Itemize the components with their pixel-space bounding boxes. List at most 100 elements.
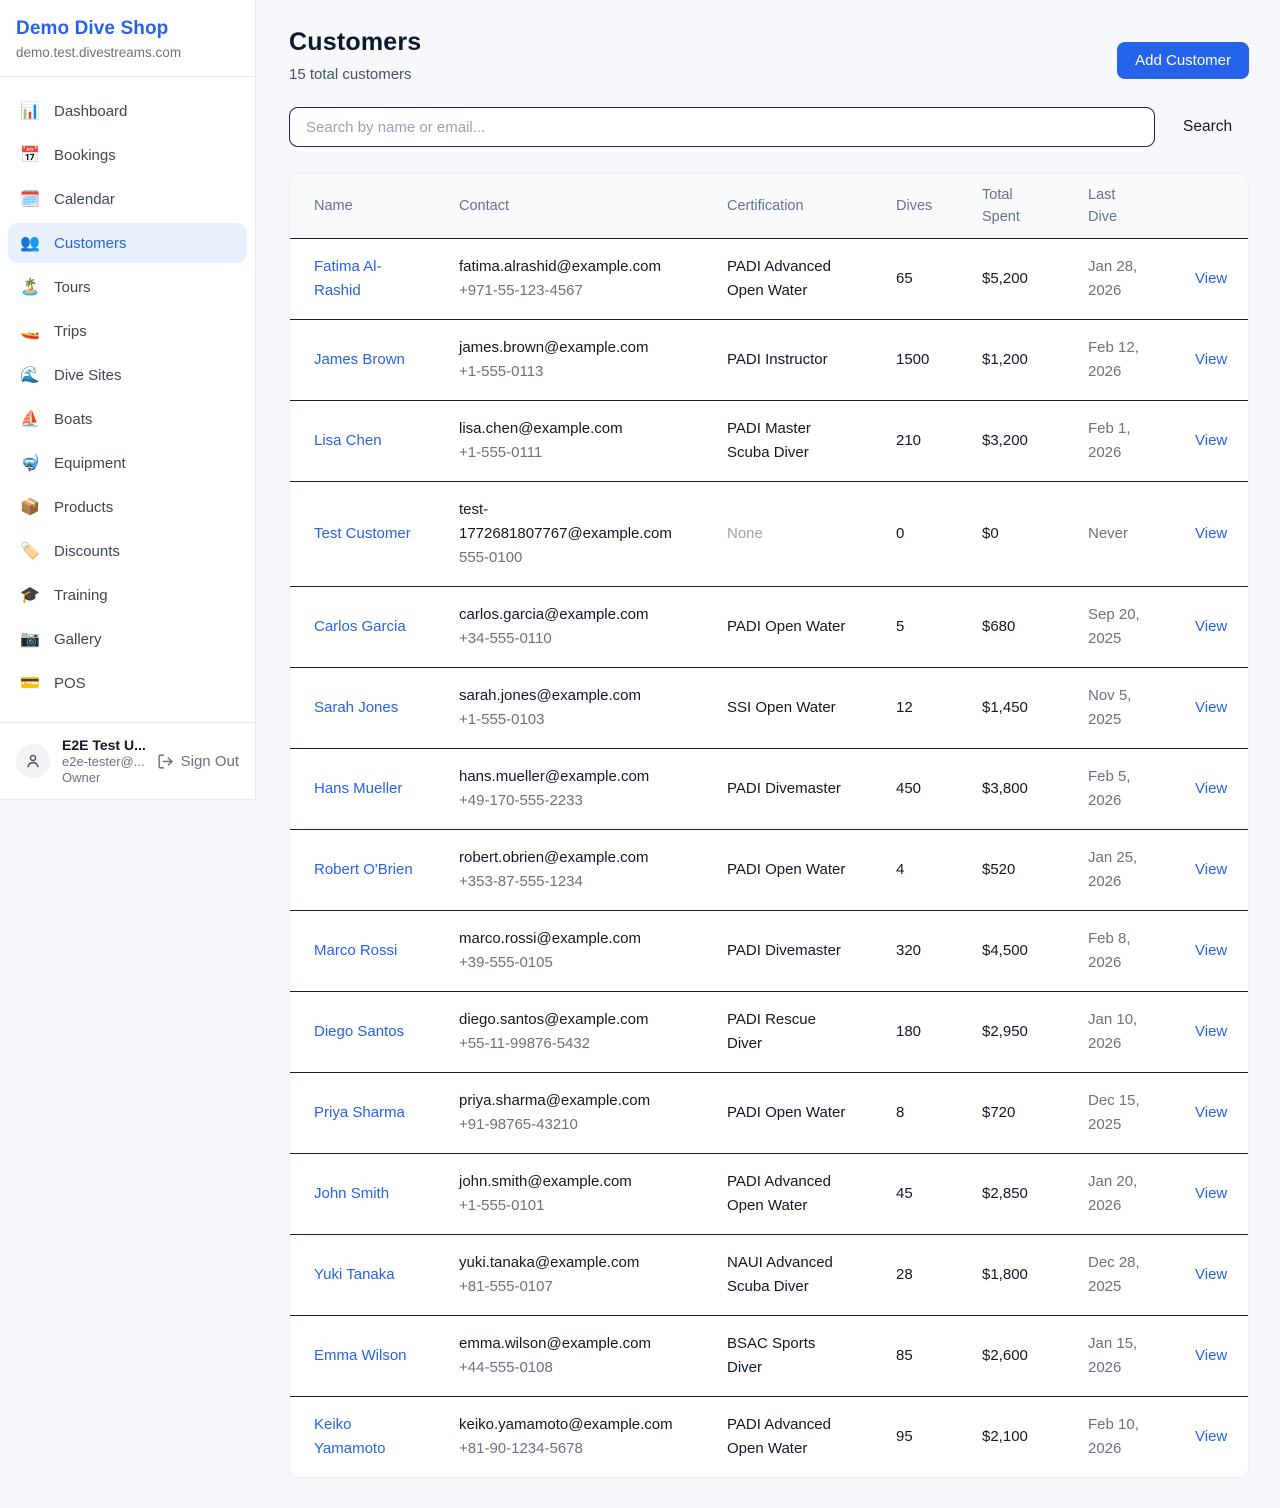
table-row: Emma Wilson emma.wilson@example.com+44-55…	[290, 1316, 1249, 1397]
view-customer-link[interactable]: View	[1195, 780, 1227, 797]
equipment-icon: 🤿	[20, 453, 40, 473]
view-customer-link[interactable]: View	[1195, 1185, 1227, 1202]
column-header-dives: Dives	[896, 174, 982, 239]
customer-name-link[interactable]: Lisa Chen	[314, 429, 382, 453]
sidebar-item-equipment[interactable]: 🤿Equipment	[8, 443, 247, 483]
sidebar-item-label: Discounts	[54, 543, 120, 560]
customer-phone: +55-11-99876-5432	[459, 1032, 719, 1056]
customer-email: fatima.alrashid@example.com	[459, 255, 661, 279]
page-title: Customers	[289, 28, 421, 57]
view-customer-link[interactable]: View	[1195, 1104, 1227, 1121]
customer-last-dive: Jan 20, 2026	[1088, 1170, 1160, 1218]
customer-phone: +1-555-0113	[459, 360, 719, 384]
customer-contact: carlos.garcia@example.com+34-555-0110	[459, 603, 719, 651]
customer-dives: 0	[896, 525, 904, 542]
customer-name-link[interactable]: Robert O'Brien	[314, 858, 413, 882]
dive-sites-icon: 🌊	[20, 365, 40, 385]
customer-phone: +81-90-1234-5678	[459, 1437, 719, 1461]
customer-last-dive: Feb 12, 2026	[1088, 336, 1160, 384]
sidebar-item-dashboard[interactable]: 📊Dashboard	[8, 91, 247, 131]
customer-name-link[interactable]: Fatima Al-Rashid	[314, 255, 413, 303]
customer-dives: 5	[896, 618, 904, 635]
view-customer-link[interactable]: View	[1195, 942, 1227, 959]
sidebar-item-label: Dashboard	[54, 103, 127, 120]
customer-certification: PADI Instructor	[727, 348, 828, 372]
column-header-name: Name	[290, 174, 459, 239]
sidebar-item-boats[interactable]: ⛵Boats	[8, 399, 247, 439]
column-header-last-dive: Last Dive	[1088, 174, 1195, 239]
table-row: John Smithjohn.smith@example.com+1-555-0…	[290, 1154, 1249, 1235]
view-customer-link[interactable]: View	[1195, 351, 1227, 368]
sidebar-item-gallery[interactable]: 📷Gallery	[8, 619, 247, 659]
sidebar-item-discounts[interactable]: 🏷️Discounts	[8, 531, 247, 571]
sidebar-item-pos[interactable]: 💳POS	[8, 663, 247, 703]
customer-name-link[interactable]: Sarah Jones	[314, 696, 398, 720]
sidebar-item-calendar[interactable]: 🗓️Calendar	[8, 179, 247, 219]
customer-contact: marco.rossi@example.com+39-555-0105	[459, 927, 719, 975]
user-meta: E2E Test U... e2e-tester@... Owner	[62, 737, 145, 785]
view-customer-link[interactable]: View	[1195, 699, 1227, 716]
sign-out-button[interactable]: Sign Out	[157, 753, 239, 770]
customer-name-link[interactable]: Diego Santos	[314, 1020, 404, 1044]
view-customer-link[interactable]: View	[1195, 861, 1227, 878]
customer-phone: +49-170-555-2233	[459, 789, 719, 813]
view-customer-link[interactable]: View	[1195, 618, 1227, 635]
customer-certification: PADI Advanced Open Water	[727, 1170, 851, 1218]
customer-name-link[interactable]: Hans Mueller	[314, 777, 402, 801]
view-customer-link[interactable]: View	[1195, 525, 1227, 542]
view-customer-link[interactable]: View	[1195, 432, 1227, 449]
customer-total-spent: $2,950	[982, 1023, 1028, 1040]
search-input[interactable]	[289, 107, 1155, 147]
view-customer-link[interactable]: View	[1195, 1347, 1227, 1364]
customer-name-link[interactable]: Priya Sharma	[314, 1101, 405, 1125]
customer-dives: 65	[896, 270, 913, 287]
customer-count: 15 total customers	[289, 66, 421, 83]
sidebar-item-label: Dive Sites	[54, 367, 122, 384]
customer-name-link[interactable]: Emma Wilson	[314, 1344, 407, 1368]
view-customer-link[interactable]: View	[1195, 1023, 1227, 1040]
customer-name-link[interactable]: John Smith	[314, 1182, 389, 1206]
customer-dives: 95	[896, 1428, 913, 1445]
customer-contact: sarah.jones@example.com+1-555-0103	[459, 684, 719, 732]
customer-contact: emma.wilson@example.com+44-555-0108	[459, 1332, 719, 1380]
view-customer-link[interactable]: View	[1195, 1266, 1227, 1283]
sidebar-item-customers[interactable]: 👥Customers	[8, 223, 247, 263]
customer-total-spent: $1,200	[982, 351, 1028, 368]
sidebar-item-products[interactable]: 📦Products	[8, 487, 247, 527]
sidebar-item-tours[interactable]: 🏝️Tours	[8, 267, 247, 307]
customer-last-dive: Nov 5, 2025	[1088, 684, 1160, 732]
table-row: Keiko Yamamotokeiko.yamamoto@example.com…	[290, 1397, 1249, 1478]
sidebar-item-training[interactable]: 🎓Training	[8, 575, 247, 615]
sidebar-item-dive-sites[interactable]: 🌊 Dive Sites	[8, 355, 247, 395]
customer-email: test-1772681807767@example.com	[459, 498, 675, 546]
table-row: Diego Santosdiego.santos@example.com+55-…	[290, 992, 1249, 1073]
column-header-total-spent: Total Spent	[982, 174, 1088, 239]
search-button[interactable]: Search	[1181, 112, 1234, 142]
customer-name-link[interactable]: Yuki Tanaka	[314, 1263, 395, 1287]
view-customer-link[interactable]: View	[1195, 270, 1227, 287]
table-row: Lisa Chenlisa.chen@example.com+1-555-011…	[290, 401, 1249, 482]
brand-name: Demo Dive Shop	[16, 18, 239, 40]
customer-certification: PADI Open Water	[727, 615, 845, 639]
table-row: Yuki Tanakayuki.tanaka@example.com+81-55…	[290, 1235, 1249, 1316]
customer-email: sarah.jones@example.com	[459, 684, 641, 708]
customer-name-link[interactable]: James Brown	[314, 348, 405, 372]
customer-total-spent: $3,200	[982, 432, 1028, 449]
sidebar-item-bookings[interactable]: 📅Bookings	[8, 135, 247, 175]
add-customer-button[interactable]: Add Customer	[1117, 42, 1249, 79]
customer-dives: 1500	[896, 351, 929, 368]
sidebar-item-label: Calendar	[54, 191, 115, 208]
customer-phone: +1-555-0103	[459, 708, 719, 732]
customer-phone: +34-555-0110	[459, 627, 719, 651]
brand-domain: demo.test.divestreams.com	[16, 45, 239, 60]
view-customer-link[interactable]: View	[1195, 1428, 1227, 1445]
customer-name-link[interactable]: Carlos Garcia	[314, 615, 406, 639]
table-row: Carlos Garcia carlos.garcia@example.com+3…	[290, 587, 1249, 668]
customer-dives: 8	[896, 1104, 904, 1121]
sidebar-item-trips[interactable]: 🚤Trips	[8, 311, 247, 351]
bookings-icon: 📅	[20, 145, 40, 165]
customer-name-link[interactable]: Keiko Yamamoto	[314, 1413, 413, 1461]
customer-name-link[interactable]: Marco Rossi	[314, 939, 397, 963]
customer-certification: PADI Open Water	[727, 858, 845, 882]
customer-name-link[interactable]: Test Customer	[314, 522, 411, 546]
